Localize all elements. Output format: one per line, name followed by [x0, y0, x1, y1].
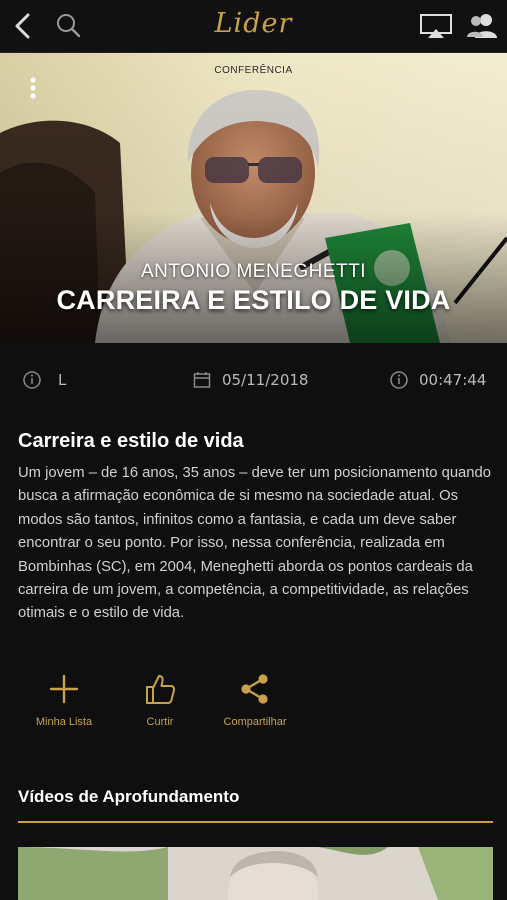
video-description: Um jovem – de 16 anos, 35 anos – deve te… [18, 465, 491, 622]
date-value: 05/11/2018 [222, 371, 309, 389]
rating-value: L [58, 371, 67, 389]
airplay-icon[interactable] [418, 10, 454, 42]
thumbnail-image [18, 847, 493, 900]
rating-info: L [22, 370, 66, 390]
hero-banner[interactable]: CONFERÊNCIA ANTONIO MENEGHETTI CARREIRA … [0, 53, 507, 343]
section-divider [18, 821, 493, 823]
section-title-related: Vídeos de Aprofundamento [18, 787, 240, 806]
thumbs-up-icon [146, 675, 176, 704]
my-list-button[interactable]: Minha Lista [14, 672, 114, 728]
hero-title: CARREIRA E ESTILO DE VIDA [56, 285, 451, 315]
share-label: Compartilhar [223, 716, 287, 728]
hero-speaker: ANTONIO MENEGHETTI [140, 261, 367, 282]
calendar-icon [193, 372, 211, 388]
hero-category: CONFERÊNCIA [214, 65, 293, 76]
action-bar: Minha Lista Curtir Compartilhar [0, 672, 507, 734]
like-button[interactable]: Curtir [110, 672, 210, 728]
clock-icon [390, 371, 408, 389]
video-meta: L 05/11/2018 00:47:44 [0, 370, 507, 398]
info-icon [23, 371, 41, 389]
my-list-label: Minha Lista [35, 716, 93, 728]
share-icon [241, 674, 268, 704]
duration-info: 00:47:44 [389, 370, 486, 390]
share-button[interactable]: Compartilhar [205, 672, 305, 728]
users-icon[interactable] [464, 10, 500, 42]
more-vertical-icon[interactable] [26, 75, 40, 103]
like-label: Curtir [146, 716, 174, 728]
duration-value: 00:47:44 [419, 371, 487, 389]
plus-icon [49, 674, 79, 704]
related-video-thumbnail[interactable] [18, 847, 493, 900]
top-bar: Lider [0, 0, 507, 53]
video-title: Carreira e estilo de vida [18, 430, 244, 452]
date-info: 05/11/2018 [192, 370, 308, 390]
